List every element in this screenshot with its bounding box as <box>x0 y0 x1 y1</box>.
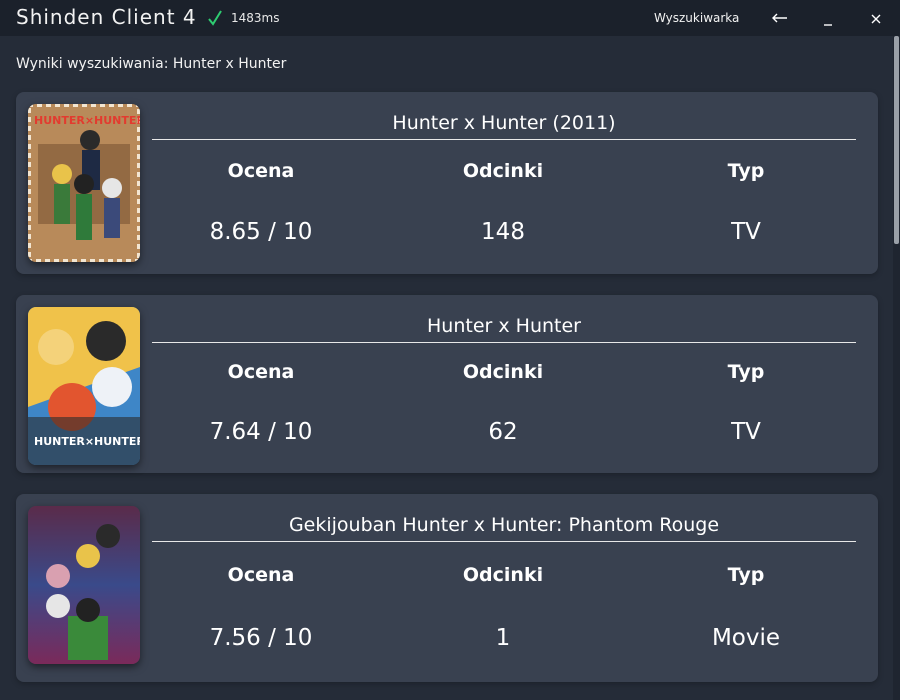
episodes-header: Odcinki <box>462 361 544 383</box>
type-value: TV <box>731 219 761 245</box>
cover-image: HUNTER×HUNTER <box>28 104 140 262</box>
rating-header: Ocena <box>227 361 295 383</box>
episodes-header: Odcinki <box>462 160 544 182</box>
minimize-icon[interactable] <box>815 6 841 30</box>
app-title: Shinden Client 4 <box>16 5 197 29</box>
type-value: Movie <box>711 625 781 651</box>
episodes-value: 1 <box>495 625 511 651</box>
result-card[interactable]: Gekijouban Hunter x Hunter: Phantom Roug… <box>16 494 878 682</box>
close-icon[interactable] <box>863 6 889 30</box>
title-divider <box>152 342 856 343</box>
cover-image <box>28 506 140 664</box>
title-divider <box>152 139 856 140</box>
result-card[interactable]: HUNTER×HUNTER Hunter x Hunter (2011) Oce… <box>16 92 878 274</box>
title-bar: Shinden Client 4 1483ms Wyszukiwarka <box>0 0 900 36</box>
type-header: Typ <box>727 160 765 182</box>
episodes-header: Odcinki <box>462 564 544 586</box>
rating-header: Ocena <box>227 160 295 182</box>
cover-logo-text: HUNTER×HUNTER <box>34 114 140 127</box>
ping-readout: 1483ms <box>231 11 280 25</box>
result-card[interactable]: HUNTER×HUNTER Hunter x Hunter Ocena Odci… <box>16 295 878 473</box>
type-header: Typ <box>727 564 765 586</box>
type-header: Typ <box>727 361 765 383</box>
episodes-value: 148 <box>481 219 525 245</box>
rating-value: 7.56 / 10 <box>209 625 313 651</box>
search-results-label: Wyniki wyszukiwania: Hunter x Hunter <box>16 56 287 72</box>
rating-value: 7.64 / 10 <box>209 419 313 445</box>
type-value: TV <box>731 419 761 445</box>
cover-logo-text: HUNTER×HUNTER <box>34 435 140 448</box>
result-title: Hunter x Hunter <box>427 315 581 337</box>
checkmark-icon <box>208 10 222 26</box>
rating-header: Ocena <box>227 564 295 586</box>
scrollbar[interactable] <box>893 36 900 700</box>
result-title: Hunter x Hunter (2011) <box>392 112 616 134</box>
episodes-value: 62 <box>488 419 518 445</box>
cover-image: HUNTER×HUNTER <box>28 307 140 465</box>
result-title: Gekijouban Hunter x Hunter: Phantom Roug… <box>288 514 720 536</box>
rating-value: 8.65 / 10 <box>209 219 313 245</box>
search-nav-link[interactable]: Wyszukiwarka <box>654 11 739 25</box>
scrollbar-thumb[interactable] <box>894 36 899 244</box>
title-divider <box>152 541 856 542</box>
back-arrow-icon[interactable] <box>767 6 793 30</box>
